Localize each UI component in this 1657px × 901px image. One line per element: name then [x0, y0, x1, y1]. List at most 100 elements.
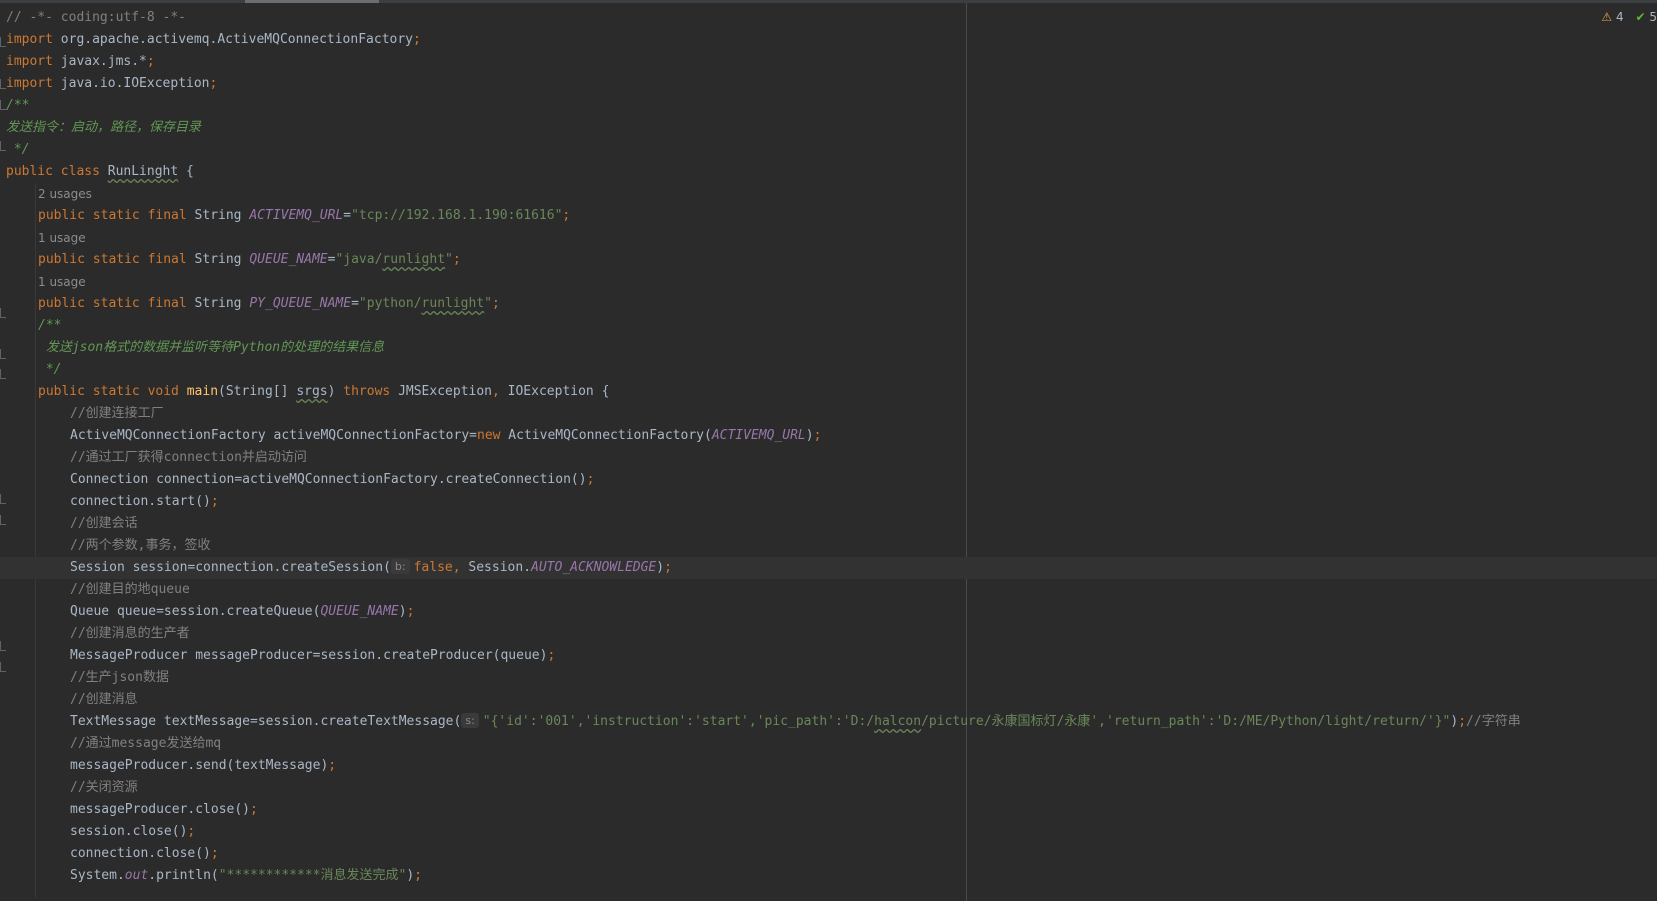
keyword: false	[413, 560, 453, 575]
import-path: javax.jms.*	[52, 54, 147, 69]
semicolon: ;	[813, 428, 822, 443]
code-line[interactable]: Queue queue=session.createQueue(QUEUE_NA…	[0, 601, 1657, 623]
code-line[interactable]: 发送json格式的数据并监听等待Python的处理的结果信息	[0, 337, 1657, 359]
doc-comment: /**	[6, 98, 30, 113]
usage-hint[interactable]: 1 usage	[0, 227, 1657, 249]
code-line[interactable]: public static final String ACTIVEMQ_URL=…	[0, 205, 1657, 227]
keyword: public static final	[38, 208, 187, 223]
code-line[interactable]: public static void main(String[] srgs) t…	[0, 381, 1657, 403]
code-line[interactable]: messageProducer.send(textMessage);	[0, 755, 1657, 777]
code-line[interactable]: public static final String QUEUE_NAME="j…	[0, 249, 1657, 271]
doc-comment: /**	[38, 318, 62, 333]
code-line[interactable]: session.close();	[0, 821, 1657, 843]
semicolon: ;	[452, 252, 461, 267]
string-literal: halcon	[874, 714, 922, 729]
string-literal: "	[445, 252, 453, 267]
semicolon: ;	[146, 54, 155, 69]
code-line[interactable]: /**	[0, 95, 1657, 117]
constant: AUTO_ACKNOWLEDGE	[531, 560, 657, 575]
code-line[interactable]: System.out.println("************消息发送完成")…	[0, 865, 1657, 887]
comment: // -*- coding:utf-8 -*-	[6, 10, 187, 25]
constant: PY_QUEUE_NAME	[249, 296, 352, 311]
statement: messageProducer.send(textMessage)	[70, 758, 329, 773]
semicolon: ;	[414, 868, 422, 883]
string-literal: "	[484, 296, 492, 311]
code-line[interactable]: Connection connection=activeMQConnection…	[0, 469, 1657, 491]
code-line[interactable]: */	[0, 359, 1657, 381]
current-line[interactable]: Session session=connection.createSession…	[0, 557, 1657, 579]
code-line[interactable]: //通过message发送给mq	[0, 733, 1657, 755]
code-line[interactable]: 发送指令：启动，路径，保存目录	[0, 117, 1657, 139]
code-line[interactable]: //关闭资源	[0, 777, 1657, 799]
code-line[interactable]: //通过工厂获得connection并启动访问	[0, 447, 1657, 469]
semicolon: ;	[250, 802, 258, 817]
constant: QUEUE_NAME	[249, 252, 328, 267]
comment: //两个参数,事务，签收	[70, 538, 211, 553]
parameters: (String[]	[218, 384, 297, 399]
code-line[interactable]: //创建目的地queue	[0, 579, 1657, 601]
code-line[interactable]: /**	[0, 315, 1657, 337]
code-line[interactable]: public static final String PY_QUEUE_NAME…	[0, 293, 1657, 315]
parameter-hint: b:	[390, 559, 410, 574]
statement: )	[805, 428, 814, 443]
semicolon: ;	[328, 758, 337, 773]
comment: //创建会话	[70, 516, 138, 531]
code-line[interactable]: public class RunLinght {	[0, 161, 1657, 183]
keyword: import	[6, 32, 53, 47]
code-line[interactable]: //创建消息的生产者	[0, 623, 1657, 645]
class-name[interactable]: RunLinght	[108, 164, 178, 179]
code-line[interactable]: messageProducer.close();	[0, 799, 1657, 821]
operator: =	[351, 296, 359, 311]
code-line[interactable]: import java.io.IOException;	[0, 73, 1657, 95]
comment: //字符串	[1466, 714, 1521, 729]
constant: QUEUE_NAME	[320, 604, 399, 619]
doc-comment: */	[38, 362, 62, 377]
code-line[interactable]: //生产json数据	[0, 667, 1657, 689]
semicolon: ;	[1458, 714, 1467, 729]
semicolon: ;	[586, 472, 595, 487]
statement: Session.	[460, 560, 532, 575]
statement: ActiveMQConnectionFactory(	[500, 428, 712, 443]
code-line[interactable]: */	[0, 139, 1657, 161]
import-path: org.apache.activemq.ActiveMQConnectionFa…	[52, 32, 413, 47]
keyword: public class	[6, 164, 100, 179]
code-line[interactable]: import org.apache.activemq.ActiveMQConne…	[0, 29, 1657, 51]
doc-comment: 发送指令：启动，路径，保存目录	[6, 120, 202, 135]
parameters: )	[327, 384, 344, 399]
keyword: import	[6, 76, 53, 91]
keyword: public static void	[38, 384, 179, 399]
string-literal: "{'id':'001','instruction':'start','pic_…	[482, 714, 875, 729]
string-literal: "************消息发送完成"	[218, 868, 407, 883]
comment: //关闭资源	[70, 780, 138, 795]
statement: System.	[70, 868, 125, 883]
semicolon: ;	[562, 208, 571, 223]
semicolon: ;	[492, 296, 500, 311]
code-editor[interactable]: ⚠ 4 ✔ 5 // -*- coding:utf-8 -*- import o…	[0, 3, 1657, 901]
code-line[interactable]: MessageProducer messageProducer=session.…	[0, 645, 1657, 667]
code-line[interactable]: // -*- coding:utf-8 -*-	[0, 7, 1657, 29]
code-line[interactable]: connection.close();	[0, 843, 1657, 865]
code-line[interactable]: TextMessage textMessage=session.createTe…	[0, 711, 1657, 733]
type: String	[186, 208, 250, 223]
code-line[interactable]: //两个参数,事务，签收	[0, 535, 1657, 557]
code-lines: // -*- coding:utf-8 -*- import org.apach…	[0, 7, 1657, 887]
statement: )	[406, 868, 415, 883]
string-literal: /picture/永康国标灯/永康','return_path':'D:/ME/…	[921, 714, 1451, 729]
code-line[interactable]: //创建会话	[0, 513, 1657, 535]
semicolon: ;	[547, 648, 556, 663]
usage-hint[interactable]: 1 usage	[0, 271, 1657, 293]
code-line[interactable]: //创建连接工厂	[0, 403, 1657, 425]
parameter-name: srgs	[296, 384, 328, 399]
string-literal: "java/	[335, 252, 383, 267]
semicolon: ;	[210, 494, 219, 509]
exception-type: IOException {	[499, 384, 610, 399]
code-line[interactable]: //创建消息	[0, 689, 1657, 711]
code-line[interactable]: ActiveMQConnectionFactory activeMQConnec…	[0, 425, 1657, 447]
string-literal: runlight	[382, 252, 446, 267]
semicolon: ;	[664, 560, 672, 575]
code-line[interactable]: import javax.jms.*;	[0, 51, 1657, 73]
operator: =	[343, 208, 352, 223]
code-line[interactable]: connection.start();	[0, 491, 1657, 513]
keyword: public static final	[38, 252, 187, 267]
usage-hint[interactable]: 2 usages	[0, 183, 1657, 205]
